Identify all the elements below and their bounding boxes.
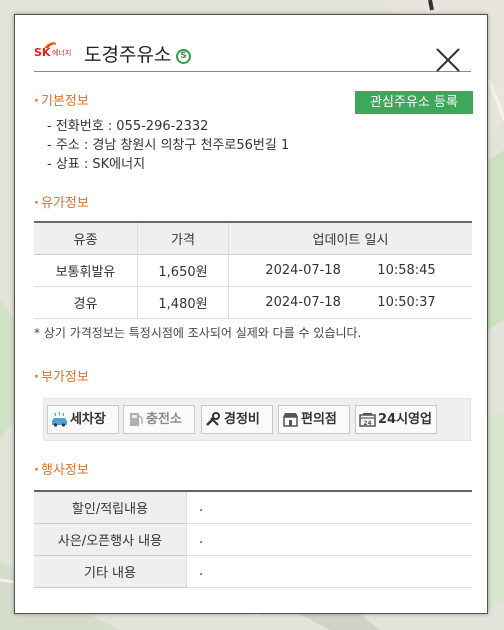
updated-cell: 2024-07-18 10:58:45 xyxy=(228,254,472,287)
24h-icon: 24 xyxy=(359,413,376,427)
update-date: 2024-07-18 xyxy=(265,263,341,278)
brand-logo-text: 에너지 xyxy=(52,49,72,57)
fuel-type-cell: 보통휘발유 xyxy=(34,254,138,287)
section-title-basic: · 기본정보 xyxy=(34,94,89,109)
table-row: 할인/적립내용 . xyxy=(34,491,472,524)
wrench-icon xyxy=(206,412,220,426)
brand-text: - 상표 : SK에너지 xyxy=(47,157,146,172)
charging-icon xyxy=(130,413,143,426)
car-wash-icon xyxy=(52,412,67,427)
update-time: 10:50:37 xyxy=(377,295,436,310)
table-row: 보통휘발유 1,650원 2024-07-18 10:58:45 xyxy=(34,254,472,287)
service-label: 충전소 xyxy=(146,412,182,427)
event-row-label: 사은/오픈행사 내용 xyxy=(34,523,187,556)
address-text: - 주소 : 경남 창원시 의창구 천주로56번길 1 xyxy=(47,138,290,153)
add-favorite-button[interactable]: 관심주유소 등록 xyxy=(355,91,473,114)
table-row: 사은/오픈행사 내용 . xyxy=(34,523,472,556)
brand-logo-mark: SK xyxy=(34,46,51,59)
event-table: 할인/적립내용 . 사은/오픈행사 내용 . 기타 내용 . xyxy=(34,490,472,588)
basic-info-list: - 전화번호 : 055-296-2332 - 주소 : 경남 창원시 의창구 … xyxy=(47,117,289,174)
bullet-dot: · xyxy=(34,370,39,385)
service-label: 편의점 xyxy=(301,412,337,427)
service-label: 경정비 xyxy=(224,412,260,427)
service-store[interactable]: 편의점 xyxy=(278,405,350,434)
section-title-event: · 행사정보 xyxy=(34,463,89,478)
bullet-dot: · xyxy=(34,94,39,109)
event-row-value: . xyxy=(186,555,472,588)
close-icon xyxy=(436,48,460,72)
fuel-type-cell: 경유 xyxy=(34,286,138,319)
event-row-label: 기타 내용 xyxy=(34,555,187,588)
table-row: 기타 내용 . xyxy=(34,555,472,588)
updated-cell: 2024-07-18 10:50:37 xyxy=(228,286,472,319)
store-icon xyxy=(283,413,298,427)
price-cell: 1,650원 xyxy=(137,254,229,287)
station-info-popup: SK 에너지 도경주유소 S · 기본정보 관심주유소 등록 - 전화번호 : 0… xyxy=(14,14,488,614)
services-box: 세차장 충전소 경정비 편의점 24 24시영업 xyxy=(43,398,471,441)
column-header-fuel: 유종 xyxy=(34,222,138,255)
svg-text:24: 24 xyxy=(363,420,371,427)
service-maintenance[interactable]: 경정비 xyxy=(201,405,273,434)
price-table: 유종 가격 업데이트 일시 보통휘발유 1,650원 2024-07-18 10:… xyxy=(34,221,472,319)
update-time: 10:58:45 xyxy=(377,263,436,278)
bullet-dot: · xyxy=(34,463,39,478)
brand-logo: SK 에너지 xyxy=(34,41,80,61)
close-button[interactable] xyxy=(435,47,461,73)
update-date: 2024-07-18 xyxy=(265,295,341,310)
service-label: 세차장 xyxy=(70,412,106,427)
bullet-dot: · xyxy=(34,196,39,211)
section-title-price: · 유가정보 xyxy=(34,196,89,211)
event-row-value: . xyxy=(186,491,472,524)
column-header-updated: 업데이트 일시 xyxy=(228,222,472,255)
self-service-badge: S xyxy=(176,49,191,64)
service-24h[interactable]: 24 24시영업 xyxy=(355,405,437,434)
service-car-wash[interactable]: 세차장 xyxy=(47,405,119,434)
price-notice: * 상기 가격정보는 특정시점에 조사되어 실제와 다를 수 있습니다. xyxy=(34,326,362,340)
service-label: 24시영업 xyxy=(378,412,432,427)
table-header-row: 유종 가격 업데이트 일시 xyxy=(34,222,472,255)
event-row-value: . xyxy=(186,523,472,556)
column-header-price: 가격 xyxy=(137,222,229,255)
table-row: 경유 1,480원 2024-07-18 10:50:37 xyxy=(34,286,472,319)
price-cell: 1,480원 xyxy=(137,286,229,319)
service-charging[interactable]: 충전소 xyxy=(123,405,195,434)
event-row-label: 할인/적립내용 xyxy=(34,491,187,524)
section-title-extra: · 부가정보 xyxy=(34,370,89,385)
station-name: 도경주유소 xyxy=(84,44,172,66)
popup-header: SK 에너지 도경주유소 S xyxy=(34,29,471,72)
phone-text: - 전화번호 : 055-296-2332 xyxy=(47,119,209,134)
